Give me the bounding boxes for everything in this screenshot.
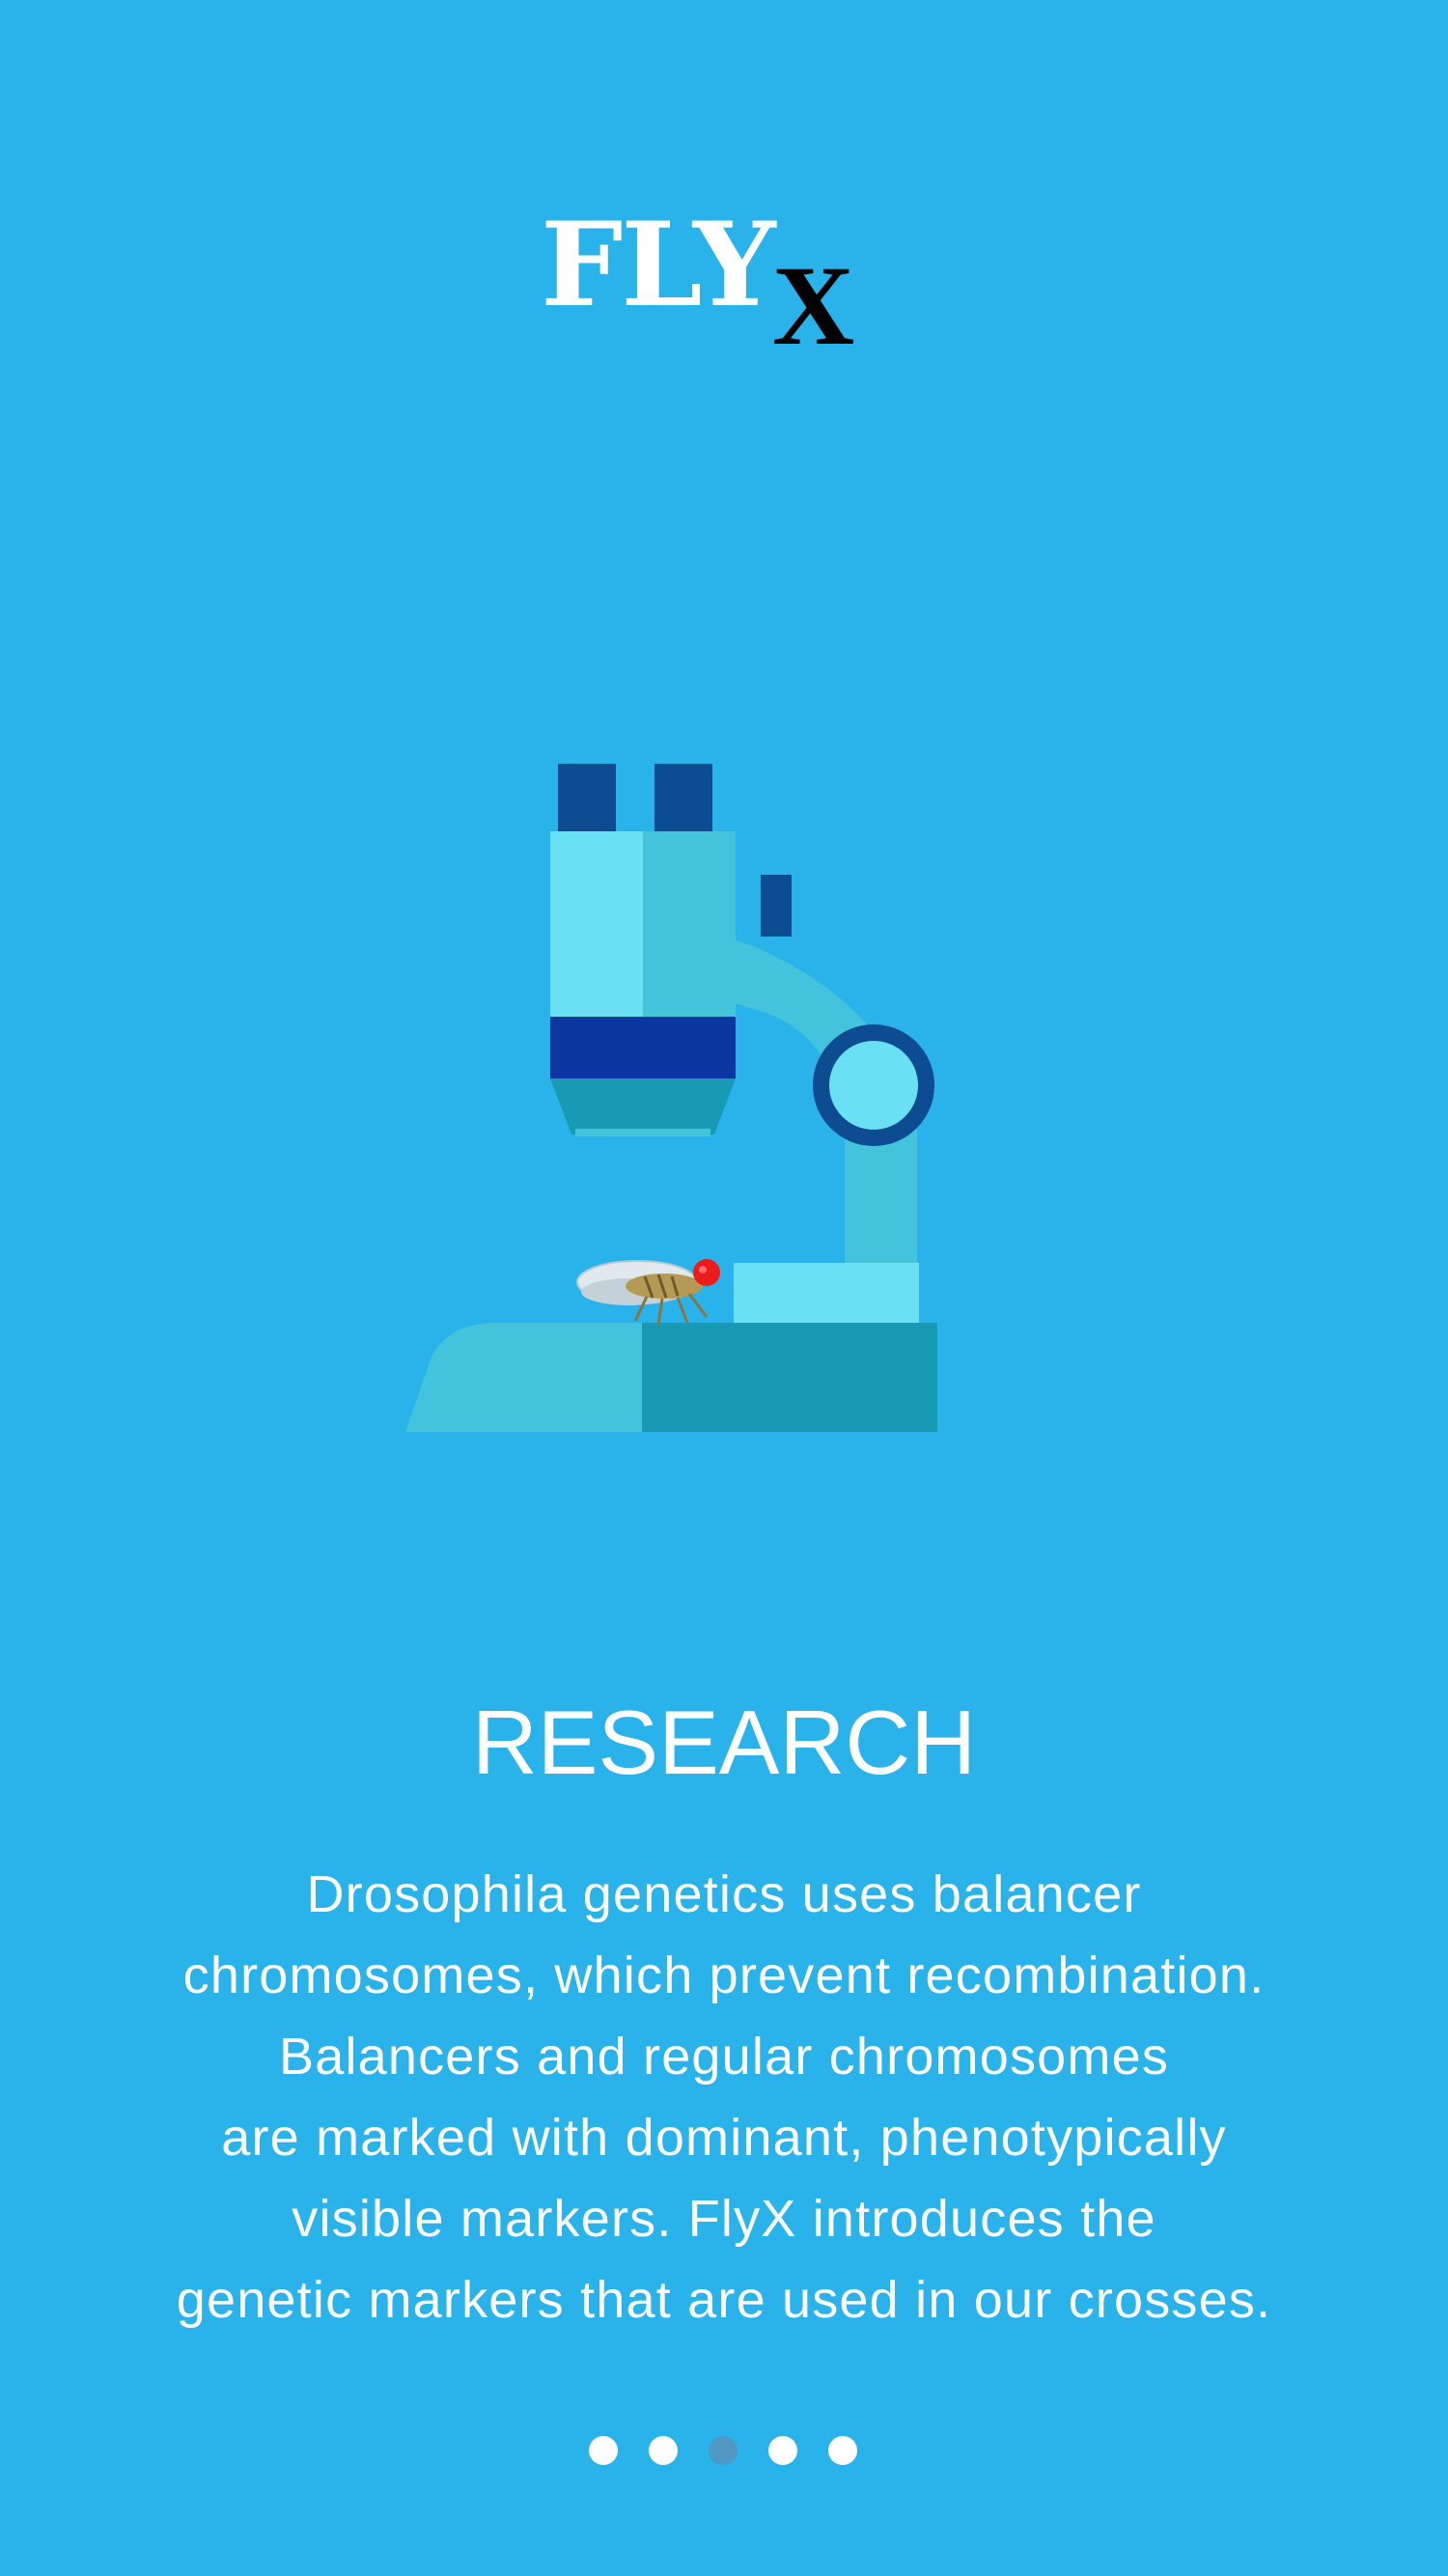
- page-dot-2[interactable]: [649, 2436, 678, 2465]
- page-dot-1[interactable]: [589, 2436, 618, 2465]
- page-indicator: [589, 2433, 869, 2466]
- description-line: visible markers. FlyX introduces the: [292, 2190, 1156, 2248]
- description-line: Balancers and regular chromosomes: [278, 2028, 1170, 2086]
- page-dot-3[interactable]: [709, 2436, 738, 2465]
- description-line: genetic markers that are used in our cro…: [176, 2271, 1272, 2329]
- page-dot-4[interactable]: [768, 2436, 797, 2465]
- app-logo: FLY X: [541, 198, 869, 372]
- microscope-icon: [405, 764, 937, 1432]
- description-line: are marked with dominant, phenotypically: [221, 2109, 1227, 2167]
- onboarding-screen: { "logo": { "main": "FLY", "sub": "X" },…: [0, 0, 1448, 2576]
- slide-title: RESEARCH: [471, 1692, 977, 1793]
- fruit-fly-icon: [576, 1259, 720, 1326]
- slide-description: Drosophila genetics uses balancer chromo…: [58, 1854, 1390, 2340]
- description-line: Drosophila genetics uses balancer: [306, 1865, 1142, 1923]
- logo-subscript: X: [772, 242, 855, 369]
- page-dot-5[interactable]: [828, 2436, 857, 2465]
- description-line: chromosomes, which prevent recombination…: [182, 1946, 1266, 2004]
- microscope-illustration: [405, 753, 985, 1448]
- logo-wordmark: FLY: [541, 197, 776, 333]
